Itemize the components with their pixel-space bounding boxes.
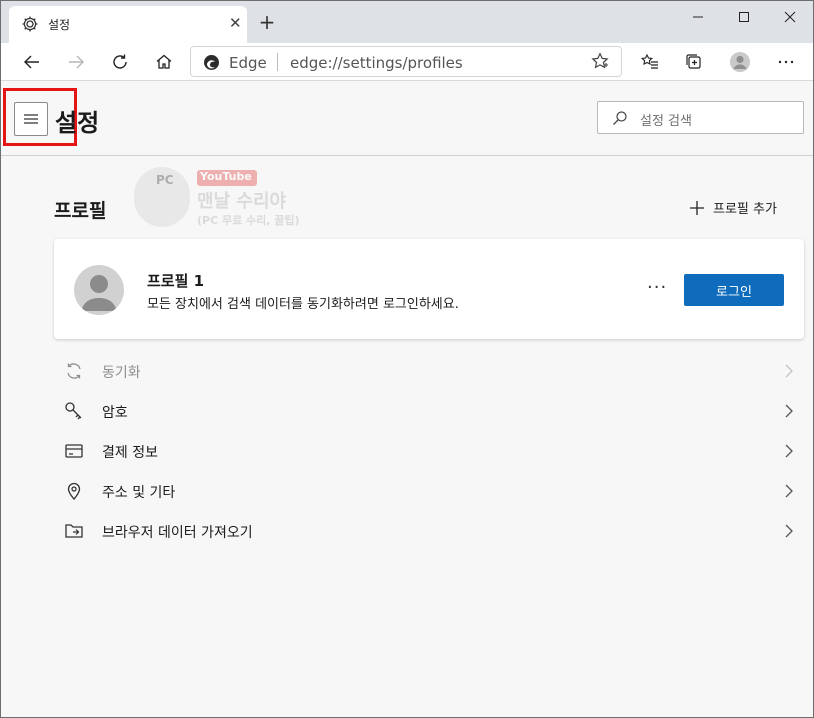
gear-icon [21,15,39,33]
settings-header: 설정 설정 검색 [1,82,813,156]
youtube-watermark: PC YouTube 맨날 수리야 (PC 무료 수리, 꿀팁) [134,167,314,231]
title-bar: 설정 ✕ + [1,1,813,43]
menu-item-label: 브라우저 데이터 가져오기 [102,525,253,541]
profile-name: 프로필 1 [147,272,205,290]
avatar-icon [730,52,750,72]
import-folder-icon [64,521,84,541]
menu-item-label: 암호 [102,405,128,421]
login-button[interactable]: 로그인 [684,274,784,306]
refresh-icon [113,54,127,69]
add-profile-button[interactable]: 프로필 추가 [689,198,777,217]
collections-icon [686,54,701,69]
profile-section-title: 프로필 [54,200,107,222]
chevron-right-icon [784,363,794,382]
watermark-title: 맨날 수리야 [197,191,287,212]
menu-item-label: 주소 및 기타 [102,485,176,501]
chevron-right-icon [784,443,794,462]
add-profile-label: 프로필 추가 [713,202,777,217]
favorites-button[interactable] [635,47,665,77]
browser-window: 설정 ✕ + Edge edge://settings/profiles 설정 … [0,0,814,718]
profile-avatar [74,265,124,315]
address-url[interactable]: edge://settings/profiles [290,54,463,72]
edge-logo-icon [203,54,220,75]
watermark-youtube-badge: YouTube [197,170,257,186]
back-button[interactable] [17,47,47,77]
profile-more-button[interactable]: ··· [647,277,667,298]
minimize-button[interactable] [675,1,721,33]
home-icon [156,54,172,69]
window-close-button[interactable] [767,1,813,33]
close-tab-icon[interactable]: ✕ [229,14,242,32]
person-icon [81,275,117,311]
forward-arrow-icon [69,55,84,69]
key-icon [64,401,84,421]
refresh-button[interactable] [105,47,135,77]
address-separator [277,53,278,71]
chevron-right-icon [784,483,794,502]
menu-item-addresses[interactable]: 주소 및 기타 [54,471,804,511]
browser-toolbar: Edge edge://settings/profiles [1,43,813,81]
menu-item-passwords[interactable]: 암호 [54,391,804,431]
new-tab-button[interactable]: + [257,10,277,34]
credit-card-icon [64,441,84,461]
tab-settings[interactable]: 설정 ✕ [9,6,247,43]
menu-item-label: 동기화 [102,365,141,381]
back-arrow-icon [24,55,39,69]
favorites-list-icon [641,53,658,69]
ellipsis-icon [778,60,794,64]
chevron-right-icon [784,403,794,422]
menu-item-label: 결제 정보 [102,445,158,461]
maximize-button[interactable] [721,1,767,33]
sync-icon [64,361,84,381]
location-pin-icon [64,481,84,501]
profile-avatar-button[interactable] [725,47,755,77]
menu-item-import-data[interactable]: 브라우저 데이터 가져오기 [54,511,804,551]
plus-icon [690,200,704,215]
watermark-subtitle: (PC 무료 수리, 꿀팁) [197,214,300,227]
favorite-star-icon[interactable] [591,52,609,74]
profile-description: 모든 장치에서 검색 데이터를 동기화하려면 로그인하세요. [147,297,459,312]
profile-card: 프로필 1 모든 장치에서 검색 데이터를 동기화하려면 로그인하세요. ···… [54,239,804,339]
menu-item-payment-info[interactable]: 결제 정보 [54,431,804,471]
page-title: 설정 [55,109,100,137]
menu-item-sync[interactable]: 동기화 [54,351,804,391]
address-site-label: Edge [229,54,267,72]
forward-button[interactable] [61,47,91,77]
more-menu-button[interactable] [771,47,801,77]
settings-search-input[interactable]: 설정 검색 [597,101,804,134]
search-placeholder: 설정 검색 [640,114,692,129]
address-bar[interactable]: Edge edge://settings/profiles [190,46,622,77]
search-icon [612,110,628,130]
collections-button[interactable] [679,47,709,77]
chevron-right-icon [784,523,794,542]
watermark-pc-text: PC [156,173,174,187]
home-button[interactable] [149,47,179,77]
tab-title: 설정 [48,18,71,32]
